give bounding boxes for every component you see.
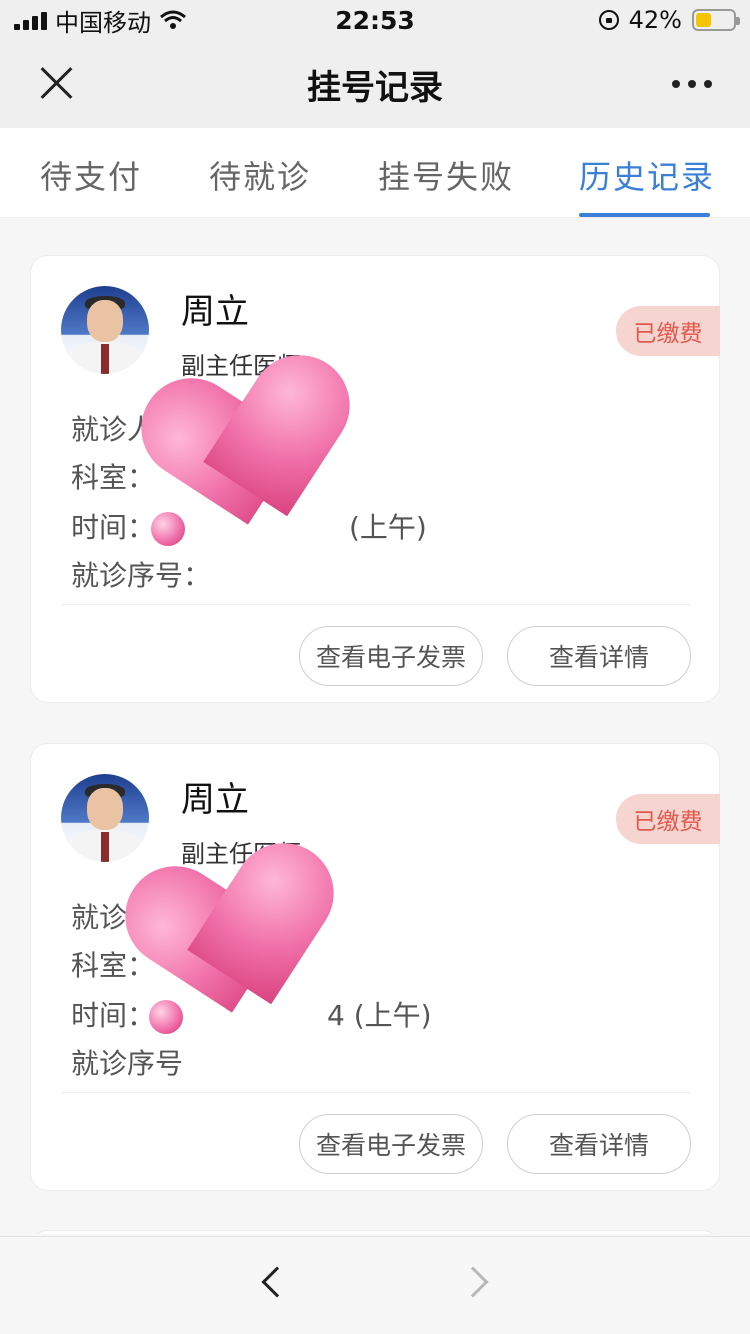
avatar [61, 286, 149, 374]
back-icon[interactable] [261, 1266, 293, 1298]
time-label-text: 时间： [71, 511, 156, 544]
more-icon[interactable] [672, 80, 712, 88]
tab-failed[interactable]: 挂号失败 [378, 152, 514, 198]
view-details-button[interactable]: 查看详情 [507, 1114, 691, 1174]
carrier-label: 中国移动 [55, 8, 151, 37]
tab-pending-visit[interactable]: 待就诊 [209, 152, 311, 198]
time-label-text: 时间： [71, 999, 156, 1032]
page-title: 挂号记录 [307, 67, 443, 108]
divider [61, 1092, 691, 1093]
doctor-name: 周立 [181, 780, 249, 820]
signal-icon [14, 10, 47, 30]
status-badge: 已缴费 [616, 794, 720, 844]
view-details-button[interactable]: 查看详情 [507, 626, 691, 686]
time-suffix: 4 [327, 999, 345, 1032]
close-icon[interactable] [40, 66, 74, 100]
wifi-icon [160, 10, 186, 29]
bubble-sticker-icon [149, 1000, 183, 1034]
nav-bar: 挂号记录 [0, 40, 750, 128]
status-badge: 已缴费 [616, 306, 720, 356]
bubble-sticker-icon [151, 512, 185, 546]
heart-sticker-icon [158, 357, 348, 547]
tab-history[interactable]: 历史记录 [579, 152, 715, 198]
active-tab-indicator [579, 213, 710, 217]
orientation-lock-icon [598, 10, 619, 30]
doctor-name: 周立 [181, 292, 249, 332]
tab-pending-payment[interactable]: 待支付 [40, 152, 142, 198]
tab-bar: 待支付 待就诊 挂号失败 历史记录 [0, 128, 750, 218]
time-period: (上午) [353, 999, 432, 1032]
record-card[interactable]: 周立 副主任医师 已缴费 就诊人 科室： 时间：2 4 (上午) 就诊序号 查看… [30, 743, 720, 1191]
time-period: (上午) [349, 511, 427, 544]
record-card[interactable]: 周立 副主任医师 已缴费 就诊人 科室： 时间：2 (上午) 就诊序号： 查看电… [30, 255, 720, 703]
view-invoice-button[interactable]: 查看电子发票 [299, 626, 483, 686]
status-bar: 中国移动 22:53 42% [0, 0, 750, 40]
status-bar-right: 42% [496, 6, 740, 34]
avatar [61, 774, 149, 862]
record-list: 周立 副主任医师 已缴费 就诊人 科室： 时间：2 (上午) 就诊序号： 查看电… [0, 218, 750, 1234]
sequence-label: 就诊序号： [71, 559, 212, 592]
status-time: 22:53 [335, 5, 415, 35]
sequence-label: 就诊序号 [71, 1047, 184, 1080]
divider [61, 604, 691, 605]
view-invoice-button[interactable]: 查看电子发票 [299, 1114, 483, 1174]
forward-icon[interactable] [457, 1266, 489, 1298]
battery-percent: 42% [628, 6, 682, 34]
record-card-partial [30, 1230, 720, 1234]
status-bar-left: 中国移动 [14, 3, 254, 38]
time-value-suffix: 4 (上午) [327, 994, 432, 1034]
bottom-nav-bar [0, 1236, 750, 1334]
department-label: 科室： [71, 461, 156, 494]
battery-icon [691, 9, 740, 31]
